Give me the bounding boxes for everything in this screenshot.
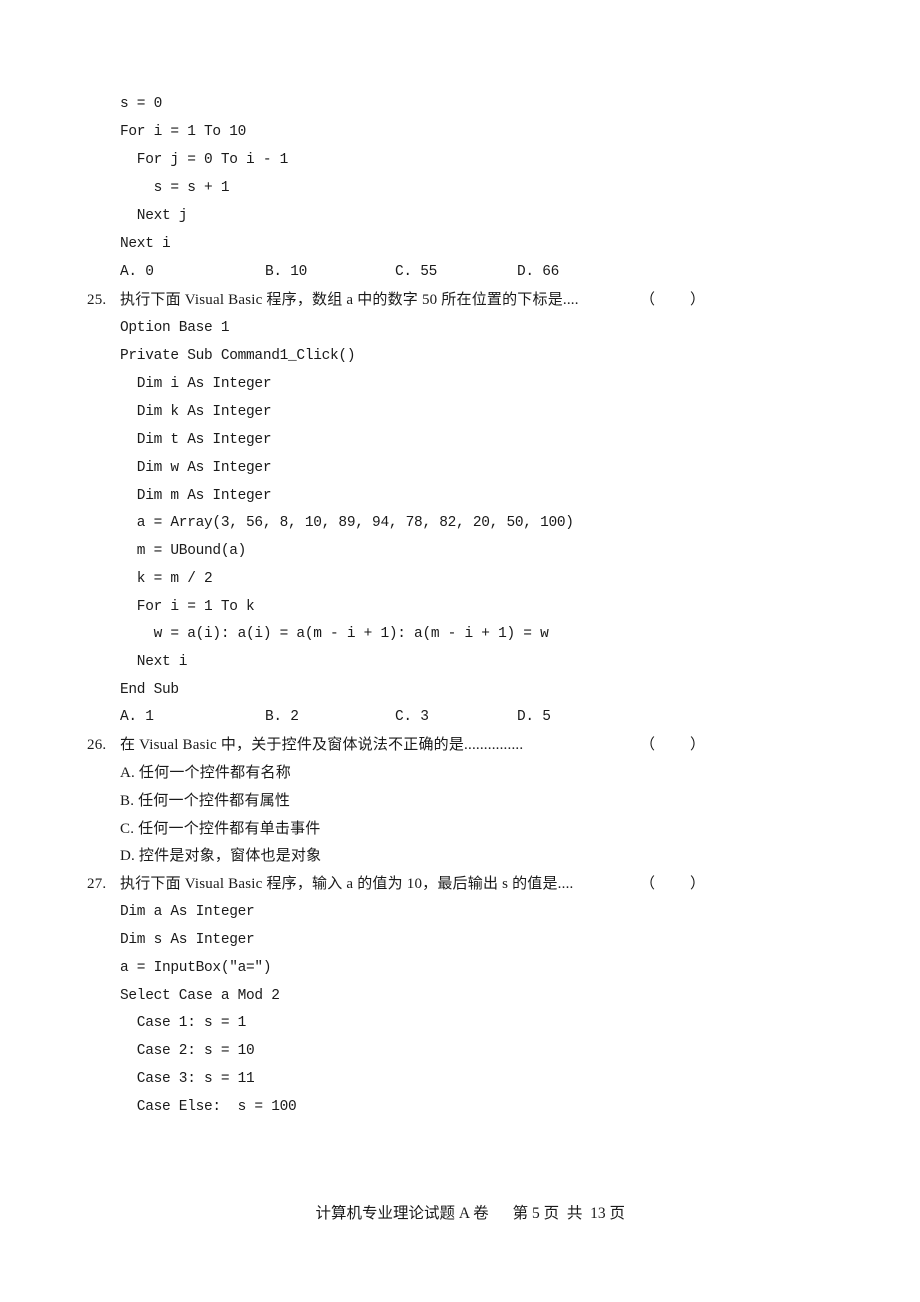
- code-line: Dim w As Integer: [120, 460, 272, 476]
- code-line: Private Sub Command1_Click(): [120, 348, 356, 364]
- code-line: Next j: [120, 208, 188, 224]
- code-line: For j = 0 To i - 1: [120, 152, 289, 168]
- code-line: a = InputBox("a="): [120, 960, 272, 976]
- option-c: C. 任何一个控件都有单击事件: [120, 821, 321, 837]
- question-number: 27.: [87, 876, 107, 892]
- code-line: End Sub: [120, 682, 179, 698]
- code-line: Dim k As Integer: [120, 404, 272, 420]
- code-line: Option Base 1: [120, 320, 230, 336]
- code-line: Dim t As Integer: [120, 432, 272, 448]
- page-number: 第 5 页 共 13 页: [512, 1205, 625, 1222]
- exam-title: 计算机专业理论试题 A 卷: [315, 1205, 489, 1222]
- exam-page: s = 0 For i = 1 To 10 For j = 0 To i - 1…: [0, 0, 920, 1302]
- option-d: D. 5: [517, 709, 551, 725]
- code-line: a = Array(3, 56, 8, 10, 89, 94, 78, 82, …: [120, 515, 574, 531]
- code-line: Next i: [120, 236, 171, 252]
- option-a: A. 1: [120, 709, 154, 725]
- option-a: A. 0: [120, 264, 154, 280]
- code-line: Dim a As Integer: [120, 904, 255, 920]
- answer-paren-close: ）: [690, 737, 706, 753]
- code-line: Dim m As Integer: [120, 488, 272, 504]
- code-line: Case 1: s = 1: [120, 1015, 247, 1031]
- code-line: Dim i As Integer: [120, 376, 272, 392]
- question-text: 执行下面 Visual Basic 程序，数组 a 中的数字 50 所在位置的下…: [120, 292, 579, 308]
- option-b: B. 任何一个控件都有属性: [120, 793, 291, 809]
- code-line: Next i: [120, 654, 188, 670]
- code-line: Select Case a Mod 2: [120, 988, 280, 1004]
- option-c: C. 3: [395, 709, 429, 725]
- answer-paren-open: （: [640, 292, 656, 308]
- code-line: For i = 1 To k: [120, 599, 255, 615]
- answer-paren-open: （: [640, 737, 656, 753]
- answer-paren-open: （: [640, 876, 656, 892]
- code-line: Case 3: s = 11: [120, 1071, 255, 1087]
- answer-paren-close: ）: [690, 292, 706, 308]
- code-line: Case Else: s = 100: [120, 1099, 297, 1115]
- code-line: w = a(i): a(i) = a(m - i + 1): a(m - i +…: [120, 626, 549, 642]
- code-line: m = UBound(a): [120, 543, 247, 559]
- code-line: s = 0: [120, 96, 163, 112]
- code-line: k = m / 2: [120, 571, 213, 587]
- question-number: 25.: [87, 292, 107, 308]
- option-c: C. 55: [395, 264, 438, 280]
- question-text: 执行下面 Visual Basic 程序，输入 a 的值为 10，最后输出 s …: [120, 876, 574, 892]
- code-line: Dim s As Integer: [120, 932, 255, 948]
- code-line: For i = 1 To 10: [120, 124, 247, 140]
- code-line: Case 2: s = 10: [120, 1043, 255, 1059]
- option-a: A. 任何一个控件都有名称: [120, 765, 291, 781]
- option-b: B. 10: [265, 264, 308, 280]
- code-line: s = s + 1: [120, 180, 230, 196]
- question-text: 在 Visual Basic 中，关于控件及窗体说法不正确的是.........…: [120, 737, 524, 753]
- option-d: D. 66: [517, 264, 560, 280]
- page-footer: 计算机专业理论试题 A 卷 第 5 页 共 13 页: [300, 1184, 640, 1244]
- option-d: D. 控件是对象，窗体也是对象: [120, 848, 322, 864]
- answer-paren-close: ）: [690, 876, 706, 892]
- question-number: 26.: [87, 737, 107, 753]
- option-b: B. 2: [265, 709, 299, 725]
